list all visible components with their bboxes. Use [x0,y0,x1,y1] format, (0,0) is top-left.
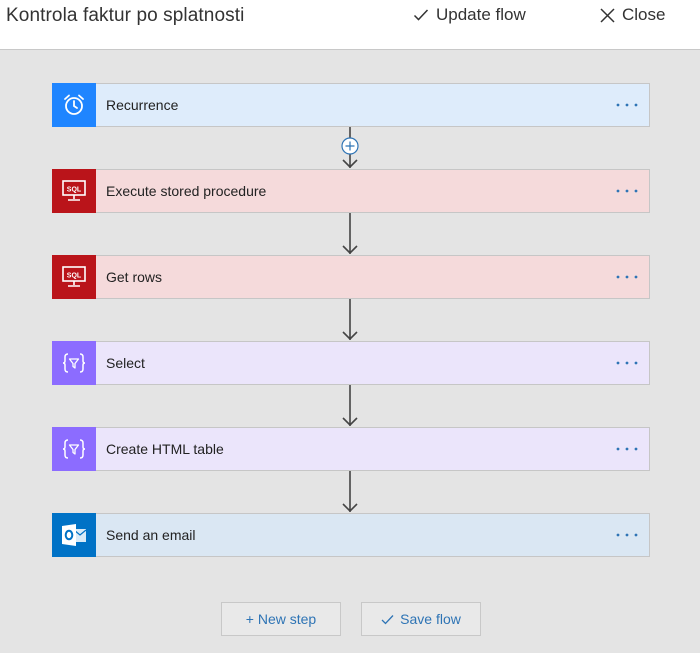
header-bar: Kontrola faktur po splatnosti Update flo… [0,0,700,50]
step-icon-tile [52,513,96,557]
step-label: Get rows [106,269,163,285]
step-card-create-html-table[interactable]: Create HTML table [52,427,650,471]
insert-step-icon[interactable] [340,136,360,156]
update-flow-label: Update flow [436,5,526,24]
new-step-button[interactable]: + New step [221,602,341,636]
connector-arrow [342,385,358,427]
save-flow-button[interactable]: Save flow [361,602,481,636]
step-icon-tile: SQL [52,255,96,299]
step-label: Create HTML table [106,441,224,457]
more-options-button[interactable] [605,170,649,212]
step-card-recurrence[interactable]: Recurrence [52,83,650,127]
ellipsis-icon [616,447,638,451]
step-label: Send an email [106,527,196,543]
step-label: Recurrence [106,97,179,113]
outlook-icon [62,524,87,546]
more-options-button[interactable] [605,428,649,470]
connector-arrow [342,299,358,341]
step-label: Execute stored procedure [106,183,267,199]
checkmark-icon [413,9,429,21]
data-operation-icon [62,439,86,459]
more-options-button[interactable] [605,342,649,384]
sql-server-icon: SQL [62,266,86,287]
close-icon [600,7,615,23]
step-icon-tile [52,341,96,385]
close-button[interactable]: Close [600,5,665,25]
close-label: Close [622,5,666,24]
more-options-button[interactable] [605,84,649,126]
ellipsis-icon [616,361,638,365]
step-card-get-rows[interactable]: SQL Get rows [52,255,650,299]
connector-arrow [342,471,358,513]
flow-title: Kontrola faktur po splatnosti [6,5,245,26]
ellipsis-icon [616,103,638,107]
step-icon-tile: SQL [52,169,96,213]
step-icon-tile [52,427,96,471]
sql-server-icon: SQL [62,180,86,201]
save-flow-label: Save flow [400,611,461,627]
step-card-select[interactable]: Select [52,341,650,385]
ellipsis-icon [616,275,638,279]
sql-icon-text: SQL [67,187,82,194]
step-card-execute-stored-procedure[interactable]: SQL Execute stored procedure [52,169,650,213]
checkmark-icon [381,614,394,624]
new-step-label: + New step [245,611,317,627]
ellipsis-icon [616,189,638,193]
more-options-button[interactable] [605,514,649,556]
ellipsis-icon [616,533,638,537]
step-icon-tile [52,83,96,127]
connector-arrow [342,213,358,255]
step-card-send-an-email[interactable]: Send an email [52,513,650,557]
sql-icon-text: SQL [67,273,82,280]
data-operation-icon [62,353,86,373]
step-label: Select [106,355,145,371]
update-flow-button[interactable]: Update flow [413,5,526,25]
more-options-button[interactable] [605,256,649,298]
alarm-clock-icon [64,94,84,115]
